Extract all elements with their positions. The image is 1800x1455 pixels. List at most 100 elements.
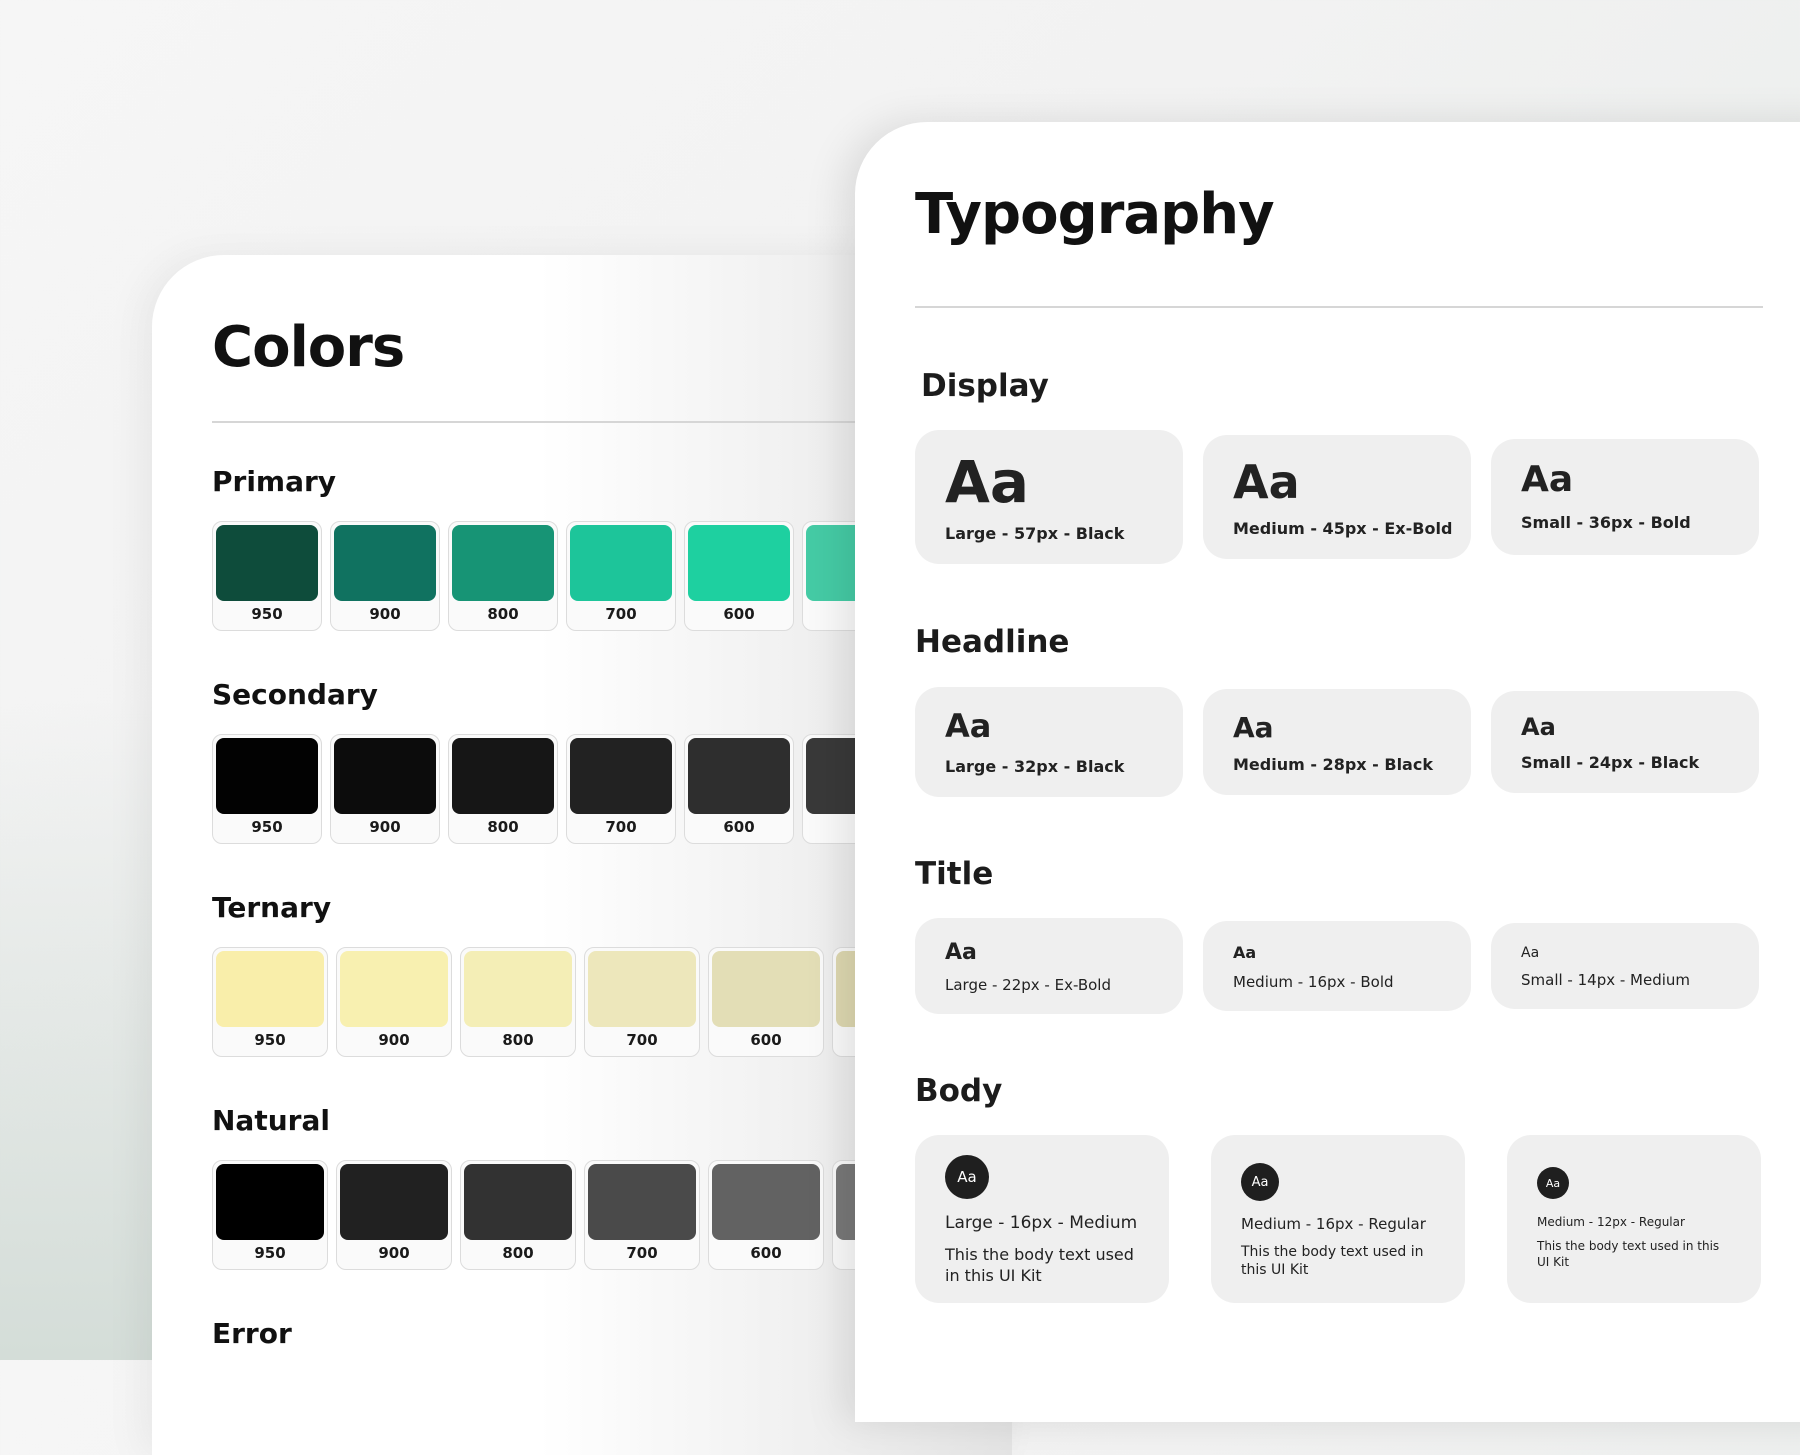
style-tile-display-large[interactable]: Aa Large - 57px - Black xyxy=(915,430,1183,564)
swatch-secondary-700[interactable]: 700 xyxy=(566,734,676,844)
type-spec: Medium - 45px - Ex-Bold xyxy=(1233,519,1453,538)
style-tile-display-small[interactable]: Aa Small - 36px - Bold xyxy=(1491,439,1759,555)
swatch-color xyxy=(570,738,672,814)
group-label: Error xyxy=(212,1317,292,1350)
type-sample: Aa xyxy=(945,448,1030,516)
type-sample: Aa xyxy=(1233,943,1257,962)
swatch-label: 600 xyxy=(750,1244,782,1262)
swatch-color xyxy=(452,738,554,814)
swatch-label: 600 xyxy=(723,818,755,836)
swatch-label: 600 xyxy=(750,1031,782,1049)
swatch-ternary-700[interactable]: 700 xyxy=(584,947,700,1057)
swatch-label: 900 xyxy=(369,818,401,836)
type-spec: Medium - 28px - Black xyxy=(1233,755,1433,774)
color-group-secondary: Secondary 950 900 800 700 600 xyxy=(212,678,912,844)
swatch-primary-950[interactable]: 950 xyxy=(212,521,322,631)
swatch-color xyxy=(216,738,318,814)
body-text: This the body text used in this UI Kit xyxy=(1241,1244,1424,1279)
swatch-color xyxy=(340,951,448,1027)
swatch-label: 950 xyxy=(254,1031,286,1049)
section-label-title: Title xyxy=(915,856,994,892)
style-tile-body-medium[interactable]: Aa Medium - 16px - Regular This the body… xyxy=(1211,1135,1465,1303)
section-label-body: Body xyxy=(915,1073,1003,1109)
body-spec: Medium - 16px - Regular xyxy=(1241,1215,1426,1233)
body-spec: Medium - 12px - Regular xyxy=(1537,1215,1685,1229)
swatch-row: 950 900 800 700 600 xyxy=(212,521,912,631)
type-sample: Aa xyxy=(1233,455,1300,509)
group-label: Natural xyxy=(212,1104,330,1137)
swatch-label: 600 xyxy=(723,605,755,623)
color-group-natural: Natural 950 900 800 700 600 xyxy=(212,1104,948,1270)
swatch-ternary-600[interactable]: 600 xyxy=(708,947,824,1057)
aa-badge-icon: Aa xyxy=(1241,1163,1279,1201)
swatch-color xyxy=(464,951,572,1027)
swatch-label: 800 xyxy=(502,1031,534,1049)
body-spec: Large - 16px - Medium xyxy=(945,1213,1138,1233)
swatch-row: 950 900 800 700 600 xyxy=(212,947,948,1057)
swatch-secondary-900[interactable]: 900 xyxy=(330,734,440,844)
type-spec: Large - 22px - Ex-Bold xyxy=(945,976,1111,994)
swatch-color xyxy=(688,525,790,601)
swatch-label: 700 xyxy=(605,818,637,836)
swatch-color xyxy=(216,525,318,601)
body-text: This the body text used in this UI Kit xyxy=(945,1245,1134,1285)
type-sample: Aa xyxy=(945,707,992,745)
style-tile-headline-small[interactable]: Aa Small - 24px - Black xyxy=(1491,691,1759,793)
section-label-headline: Headline xyxy=(915,624,1070,660)
swatch-secondary-600[interactable]: 600 xyxy=(684,734,794,844)
swatch-label: 800 xyxy=(487,605,519,623)
swatch-color xyxy=(464,1164,572,1240)
swatch-ternary-900[interactable]: 900 xyxy=(336,947,452,1057)
typography-title: Typography xyxy=(915,182,1275,247)
swatch-secondary-950[interactable]: 950 xyxy=(212,734,322,844)
type-sample: Aa xyxy=(945,940,977,965)
swatch-color xyxy=(688,738,790,814)
group-label: Secondary xyxy=(212,678,378,711)
swatch-label: 950 xyxy=(251,605,283,623)
swatch-primary-900[interactable]: 900 xyxy=(330,521,440,631)
color-group-error: Error xyxy=(212,1317,292,1373)
type-spec: Medium - 16px - Bold xyxy=(1233,973,1394,991)
section-label-display: Display xyxy=(921,368,1049,404)
colors-title: Colors xyxy=(212,315,405,380)
swatch-label: 900 xyxy=(369,605,401,623)
swatch-primary-700[interactable]: 700 xyxy=(566,521,676,631)
style-tile-title-medium[interactable]: Aa Medium - 16px - Bold xyxy=(1203,921,1471,1011)
style-tile-body-small[interactable]: Aa Medium - 12px - Regular This the body… xyxy=(1507,1135,1761,1303)
swatch-ternary-950[interactable]: 950 xyxy=(212,947,328,1057)
background-tint xyxy=(0,700,160,1360)
style-tile-title-small[interactable]: Aa Small - 14px - Medium xyxy=(1491,923,1759,1009)
swatch-primary-800[interactable]: 800 xyxy=(448,521,558,631)
swatch-natural-900[interactable]: 900 xyxy=(336,1160,452,1270)
style-tile-title-large[interactable]: Aa Large - 22px - Ex-Bold xyxy=(915,918,1183,1014)
group-label: Ternary xyxy=(212,891,332,924)
style-tile-headline-large[interactable]: Aa Large - 32px - Black xyxy=(915,687,1183,797)
swatch-color xyxy=(216,951,324,1027)
swatch-row: 950 900 800 700 600 xyxy=(212,1160,948,1270)
swatch-label: 950 xyxy=(251,818,283,836)
swatch-ternary-800[interactable]: 800 xyxy=(460,947,576,1057)
style-tile-display-medium[interactable]: Aa Medium - 45px - Ex-Bold xyxy=(1203,435,1471,559)
swatch-natural-600[interactable]: 600 xyxy=(708,1160,824,1270)
aa-badge-icon: Aa xyxy=(1537,1167,1569,1199)
type-sample: Aa xyxy=(1233,711,1274,744)
typography-card: Typography Display Aa Large - 57px - Bla… xyxy=(855,122,1800,1422)
swatch-label: 800 xyxy=(502,1244,534,1262)
style-tile-body-large[interactable]: Aa Large - 16px - Medium This the body t… xyxy=(915,1135,1169,1303)
type-spec: Small - 36px - Bold xyxy=(1521,513,1691,532)
swatch-primary-600[interactable]: 600 xyxy=(684,521,794,631)
swatch-label: 700 xyxy=(626,1244,658,1262)
body-text: This the body text used in this UI Kit xyxy=(1537,1239,1720,1269)
swatch-row: 950 900 800 700 600 xyxy=(212,734,912,844)
swatch-natural-700[interactable]: 700 xyxy=(584,1160,700,1270)
swatch-color xyxy=(334,525,436,601)
color-group-ternary: Ternary 950 900 800 700 600 xyxy=(212,891,948,1057)
type-spec: Small - 24px - Black xyxy=(1521,753,1700,772)
swatch-natural-800[interactable]: 800 xyxy=(460,1160,576,1270)
swatch-natural-950[interactable]: 950 xyxy=(212,1160,328,1270)
swatch-color xyxy=(452,525,554,601)
swatch-label: 950 xyxy=(254,1244,286,1262)
type-sample: Aa xyxy=(1521,713,1556,741)
style-tile-headline-medium[interactable]: Aa Medium - 28px - Black xyxy=(1203,689,1471,795)
swatch-secondary-800[interactable]: 800 xyxy=(448,734,558,844)
